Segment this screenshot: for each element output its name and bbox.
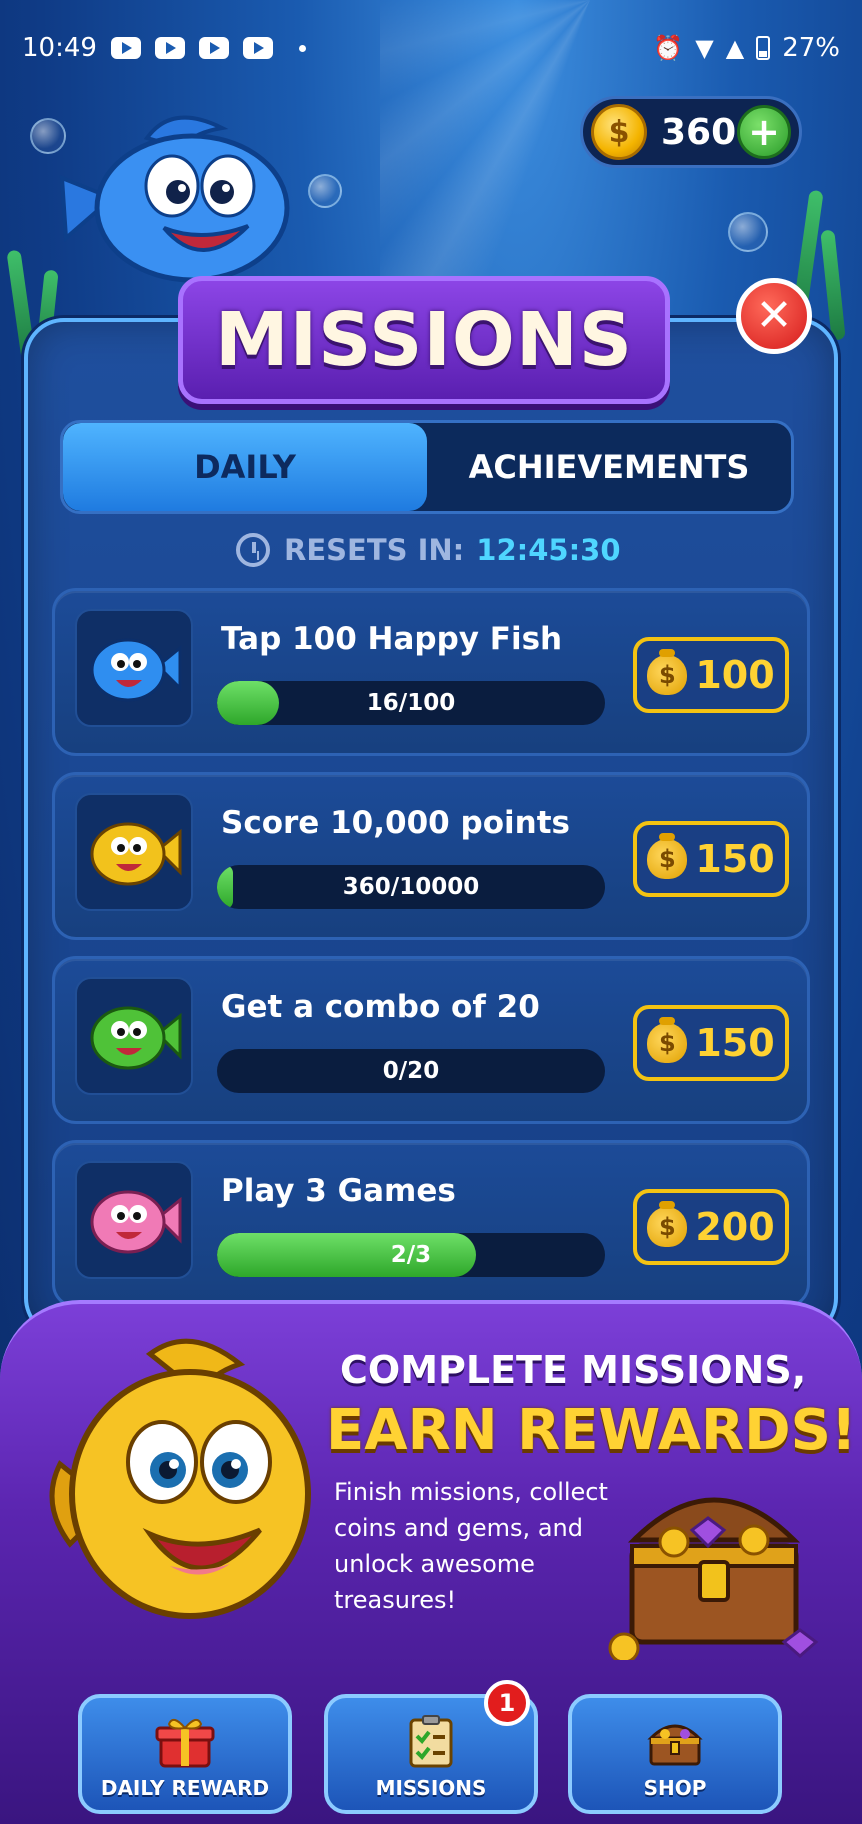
yellow-fish-icon — [90, 822, 182, 886]
mission-card[interactable]: Get a combo of 20 0/20 $ 150 — [52, 956, 810, 1124]
reset-label: RESETS IN: — [284, 533, 465, 567]
coin-count: 360 — [661, 111, 737, 153]
mission-progress-text: 16/100 — [366, 690, 456, 716]
bubble — [308, 174, 342, 208]
add-coins-button[interactable]: + — [737, 105, 791, 159]
mission-tabs: DAILY ACHIEVEMENTS — [60, 420, 794, 514]
blue-fish-icon — [90, 638, 182, 702]
close-icon: ✕ — [755, 290, 793, 341]
youtube-notification-icon — [242, 37, 273, 59]
bubble — [728, 212, 768, 252]
coin-icon: $ — [591, 104, 647, 160]
nav-daily-reward[interactable]: DAILY REWARD — [78, 1694, 292, 1814]
reset-time: 12:45:30 — [476, 533, 621, 567]
mission-title: Score 10,000 points — [221, 805, 570, 841]
treasure-chest-icon — [647, 1724, 703, 1766]
mission-progress-bar: 16/100 — [217, 681, 605, 725]
mission-progress-text: 360/10000 — [342, 874, 480, 900]
notification-badge: 1 — [484, 1680, 530, 1726]
mission-progress-text: 2/3 — [390, 1242, 432, 1268]
clipboard-icon — [409, 1715, 453, 1768]
mission-title: Play 3 Games — [221, 1173, 456, 1209]
mission-card[interactable]: Score 10,000 points 360/10000 $ 150 — [52, 772, 810, 940]
youtube-notification-icon — [154, 37, 185, 59]
tab-label: ACHIEVEMENTS — [468, 448, 750, 486]
yellow-fish-mascot — [49, 1338, 311, 1619]
more-notifications-icon — [298, 44, 306, 52]
status-time: 10:49 — [22, 33, 97, 63]
coin-counter: $ 360 + — [580, 96, 802, 168]
promo-subheadline: EARN REWARDS! — [326, 1398, 857, 1463]
mission-reward-button[interactable]: $ 150 — [633, 1005, 789, 1081]
alarm-icon: ⏰ — [653, 34, 684, 62]
mission-reward-button[interactable]: $ 200 — [633, 1189, 789, 1265]
wifi-icon: ▼ — [695, 34, 714, 62]
seaweed — [820, 229, 846, 341]
nav-label: DAILY REWARD — [100, 1776, 270, 1800]
mission-progress-bar: 2/3 — [217, 1233, 605, 1277]
mission-thumbnail — [75, 793, 193, 911]
mission-reward-button[interactable]: $ 100 — [633, 637, 789, 713]
promo-headline: COMPLETE MISSIONS, — [340, 1348, 807, 1392]
mission-title: Get a combo of 20 — [221, 989, 540, 1025]
money-bag-icon: $ — [647, 1017, 688, 1063]
signal-icon: ▲ — [725, 34, 745, 62]
treasure-chest-image — [608, 1497, 819, 1660]
nav-label: MISSIONS — [375, 1776, 487, 1800]
mission-progress-bar: 0/20 — [217, 1049, 605, 1093]
tab-achievements[interactable]: ACHIEVEMENTS — [427, 423, 791, 511]
close-button[interactable]: ✕ — [736, 278, 812, 354]
nav-label: SHOP — [643, 1776, 707, 1800]
status-bar: 10:49 ⏰ ▼ ▲ 27% — [0, 0, 862, 96]
money-bag-icon: $ — [647, 1201, 688, 1247]
nav-shop[interactable]: SHOP — [568, 1694, 782, 1814]
mission-thumbnail — [75, 977, 193, 1095]
mission-reward-value: 150 — [695, 1021, 775, 1065]
blue-fish-mascot — [59, 115, 290, 283]
youtube-notification-icon — [198, 37, 229, 59]
battery-icon — [756, 36, 771, 60]
youtube-notification-icon — [110, 37, 141, 59]
tab-daily[interactable]: DAILY — [63, 423, 427, 511]
mission-thumbnail — [75, 609, 193, 727]
money-bag-icon: $ — [647, 833, 688, 879]
mission-reward-value: 100 — [695, 653, 775, 697]
gift-icon — [155, 1718, 215, 1768]
mission-card[interactable]: Tap 100 Happy Fish 16/100 $ 100 — [52, 588, 810, 756]
clock-icon — [236, 533, 270, 567]
tab-label: DAILY — [194, 448, 296, 486]
nav-missions[interactable]: MISSIONS 1 — [324, 1680, 538, 1814]
pink-fish-icon — [90, 1190, 182, 1254]
mission-progress-text: 0/20 — [382, 1058, 440, 1084]
mission-title: Tap 100 Happy Fish — [221, 621, 563, 657]
mission-reward-button[interactable]: $ 150 — [633, 821, 789, 897]
reset-timer: RESETS IN: 12:45:30 — [236, 528, 621, 572]
mission-reward-value: 200 — [695, 1205, 775, 1249]
green-fish-icon — [90, 1006, 182, 1070]
title-banner: MISSIONS — [178, 276, 670, 404]
money-bag-icon: $ — [647, 649, 688, 695]
mission-progress-bar: 360/10000 — [217, 865, 605, 909]
mission-reward-value: 150 — [695, 837, 775, 881]
battery-percent: 27% — [782, 33, 840, 63]
mission-thumbnail — [75, 1161, 193, 1279]
page-title: MISSIONS — [214, 297, 634, 383]
mission-card[interactable]: Play 3 Games 2/3 $ 200 — [52, 1140, 810, 1308]
